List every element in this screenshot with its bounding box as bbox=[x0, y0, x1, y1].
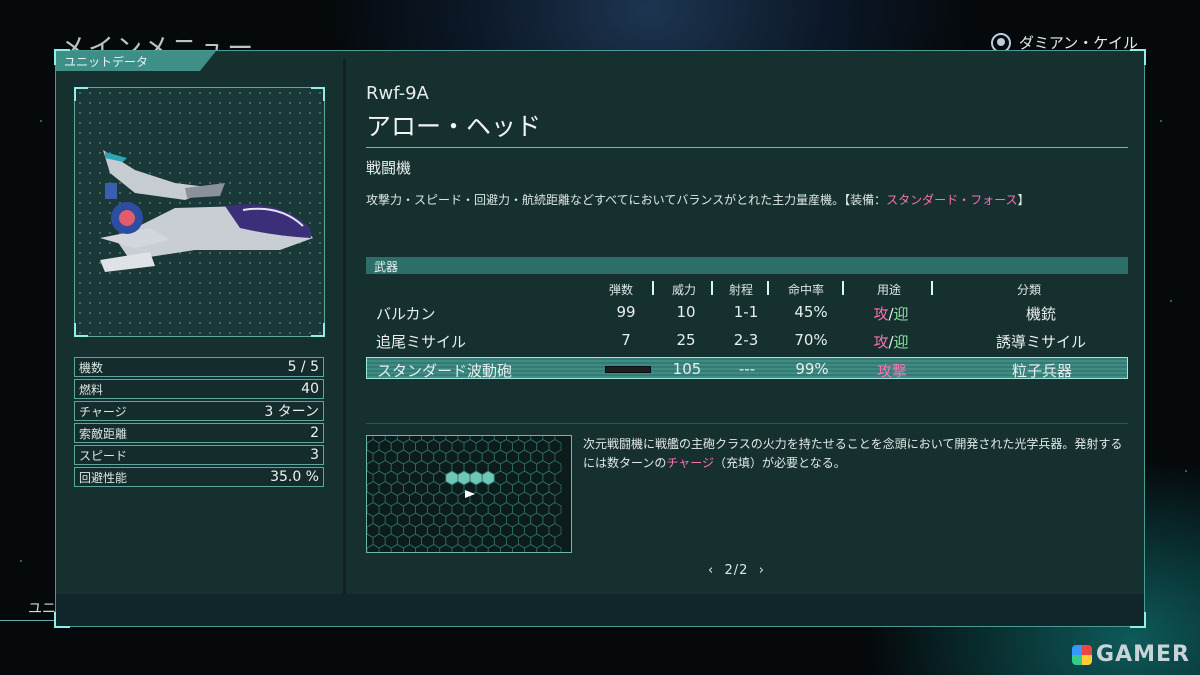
stat-fuel: 燃料 40 bbox=[74, 379, 324, 399]
unit-description: 攻撃力・スピード・回避力・航続距離などすべてにおいてバランスがとれた主力量産機。… bbox=[366, 193, 1030, 207]
r9-fighter-icon bbox=[100, 150, 313, 272]
header-power: 威力 bbox=[671, 283, 696, 297]
header-ammo: 弾数 bbox=[608, 283, 633, 297]
page-indicator: ‹ 2/2 › bbox=[708, 563, 765, 578]
header-separator bbox=[842, 281, 844, 295]
weapon-row-wave-cannon-selected[interactable]: スタンダード波動砲 105 --- 99% 攻撃 粒子兵器 bbox=[366, 357, 1128, 380]
stat-charge: チャージ 3 ターン bbox=[74, 401, 324, 421]
background-divider bbox=[0, 620, 60, 621]
detail-separator bbox=[366, 423, 1128, 424]
charge-highlight: チャージ bbox=[666, 456, 715, 470]
header-separator bbox=[931, 281, 933, 295]
unit-stats: 機数 5 / 5 燃料 40 チャージ 3 ターン 索敵距離 2 スピード 3 回避性能 3… bbox=[74, 357, 324, 489]
total-pages: 2 bbox=[739, 563, 749, 578]
charge-gauge bbox=[605, 366, 651, 373]
header-separator bbox=[711, 281, 713, 295]
weapons-header-bar: 武器 bbox=[366, 257, 1128, 274]
unit-image bbox=[74, 87, 325, 337]
panel-footer bbox=[56, 594, 1144, 626]
weapon-detail-description: 次元戦闘機に戦艦の主砲クラスの火力を持たせることを念頭において開発された光学兵器… bbox=[583, 437, 1123, 470]
gamer-watermark: GAMER bbox=[1072, 642, 1190, 667]
header-separator bbox=[652, 281, 654, 295]
prev-page-button[interactable]: ‹ bbox=[708, 563, 714, 578]
background-menu-text: ユニ bbox=[28, 601, 56, 617]
gamer-logo-icon bbox=[1072, 644, 1093, 665]
stat-evasion: 回避性能 35.0 % bbox=[74, 467, 324, 487]
weapon-row-vulcan[interactable]: バルカン 99 10 1-1 45% 攻/迎 機銃 bbox=[366, 301, 1128, 323]
header-use: 用途 bbox=[876, 283, 901, 297]
current-page: 2 bbox=[724, 563, 734, 578]
unit-model: Rwf-9A bbox=[366, 83, 429, 104]
unit-data-panel: ユニットデータ 機数 5 / 5 燃料 40 チャージ 3 ターン 索敵距離 2 スピー… bbox=[54, 49, 1146, 628]
next-page-button[interactable]: › bbox=[759, 563, 765, 578]
stat-speed: スピード 3 bbox=[74, 445, 324, 465]
hex-grid-icon bbox=[367, 436, 562, 552]
header-accuracy: 命中率 bbox=[787, 283, 824, 297]
stat-units: 機数 5 / 5 bbox=[74, 357, 324, 377]
panel-divider bbox=[343, 59, 346, 594]
equipment-highlight: スタンダード・フォース bbox=[886, 193, 1018, 207]
header-separator bbox=[767, 281, 769, 295]
stat-search-range: 索敵距離 2 bbox=[74, 423, 324, 443]
name-underline bbox=[366, 147, 1128, 148]
unit-data-tab: ユニットデータ bbox=[56, 51, 216, 71]
weapon-row-homing-missile[interactable]: 追尾ミサイル 7 25 2-3 70% 攻/迎 誘導ミサイル bbox=[366, 329, 1128, 351]
weapon-range-hex-grid bbox=[366, 435, 572, 553]
header-range: 射程 bbox=[728, 283, 753, 297]
unit-type: 戦闘機 bbox=[366, 159, 412, 177]
header-category: 分類 bbox=[1016, 283, 1041, 297]
unit-name: アロー・ヘッド bbox=[366, 112, 542, 141]
